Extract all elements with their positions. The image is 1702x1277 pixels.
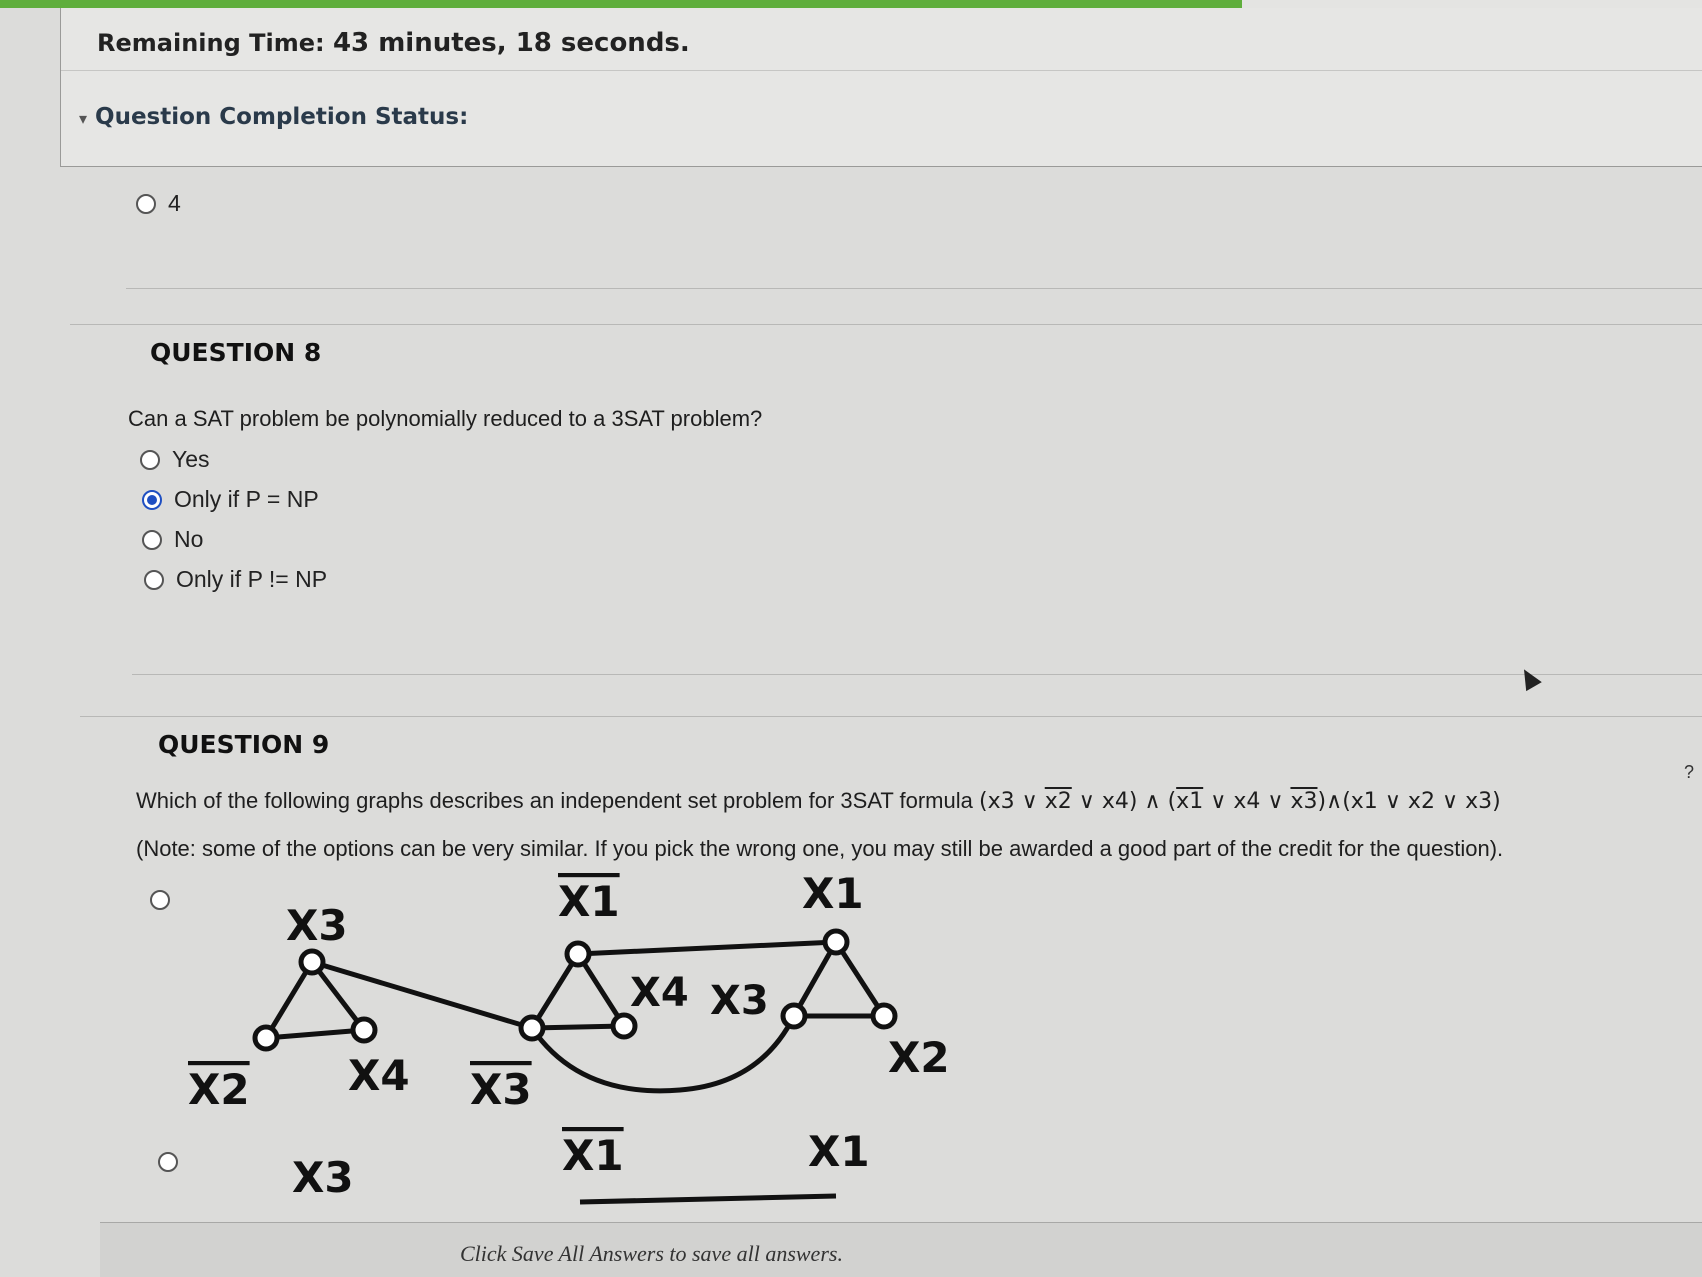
literal: x1 — [1350, 789, 1378, 814]
literal-negated: x2 — [1044, 789, 1072, 814]
question-9-stem: Which of the following graphs describes … — [136, 788, 973, 813]
graph-node — [252, 1024, 280, 1052]
literal: x4 — [1233, 789, 1261, 814]
graph-node — [298, 948, 326, 976]
graph-node-label: X4 — [630, 970, 689, 1016]
graph-node-label: X3 — [286, 901, 348, 950]
divider — [132, 674, 1702, 675]
literal-negated: x3 — [1290, 789, 1318, 814]
radio-button[interactable] — [144, 569, 164, 590]
q8-option-yes[interactable]: Yes — [140, 446, 210, 473]
footer-bar: Click Save All Answers to save all answe… — [100, 1222, 1702, 1277]
graph-node — [780, 1002, 808, 1030]
literal: x4 — [1101, 789, 1129, 814]
graph-node-label: X1 — [562, 1131, 624, 1180]
graph-edge — [531, 1023, 625, 1031]
graph-node — [610, 1012, 638, 1040]
graph-node-label: X3 — [292, 1153, 354, 1202]
literal-negated: x1 — [1176, 789, 1204, 814]
save-all-hint: Click Save All Answers to save all answe… — [460, 1241, 843, 1266]
graph-node-label: X2 — [888, 1033, 950, 1082]
or-symbol: ∨ — [1078, 789, 1095, 814]
graph-node-label: X1 — [808, 1127, 870, 1176]
graph-option-2: X3 X1 X1 — [292, 1127, 870, 1205]
question-9-text: Which of the following graphs describes … — [136, 788, 1676, 814]
graph-node — [822, 928, 850, 956]
graph-node — [564, 940, 592, 968]
3sat-formula: (x3 ∨ x2 ∨ x4) ∧ (x1 ∨ x4 ∨ x3)∧(x1 ∨ x2… — [979, 789, 1501, 814]
progress-bar — [0, 0, 1702, 8]
graph-node-label: X1 — [558, 877, 620, 926]
remaining-time: Remaining Time: 43 minutes, 18 seconds. — [97, 28, 690, 58]
or-symbol: ∨ — [1267, 789, 1284, 814]
graph-edge — [311, 959, 533, 1031]
q8-option-only-if-p-eq-np[interactable]: Only if P = NP — [142, 486, 319, 513]
question-8-title: QUESTION 8 — [150, 338, 322, 367]
completion-status-label: Question Completion Status: — [95, 104, 469, 130]
option-label: 4 — [168, 190, 181, 216]
chevron-down-icon: ▾ — [79, 109, 88, 128]
literal: x2 — [1407, 789, 1435, 814]
divider — [70, 324, 1702, 325]
or-symbol: ∨ — [1210, 789, 1227, 814]
literal: x3 — [987, 789, 1015, 814]
or-symbol: ∨ — [1441, 789, 1459, 814]
help-icon[interactable]: ? — [1684, 762, 1694, 783]
progress-fill — [0, 0, 1243, 8]
graph-node-label: X3 — [710, 978, 769, 1024]
question-8-text: Can a SAT problem be polynomially reduce… — [128, 406, 763, 431]
radio-button-selected[interactable] — [142, 489, 162, 510]
question-9-title: QUESTION 9 — [158, 730, 330, 759]
literal: x3 — [1465, 789, 1493, 814]
q8-option-only-if-p-neq-np[interactable]: Only if P != NP — [144, 566, 327, 593]
graph-node-label: X4 — [348, 1051, 410, 1100]
graph-node-label: X2 — [188, 1065, 250, 1114]
and-symbol: ∧ — [1326, 789, 1343, 814]
option-label: Yes — [172, 446, 210, 472]
prev-question-option[interactable]: 4 — [136, 190, 181, 217]
graph-node-label: X3 — [470, 1065, 532, 1114]
remaining-time-label: Remaining Time: — [97, 29, 325, 57]
timer-panel: Remaining Time: 43 minutes, 18 seconds. … — [60, 8, 1702, 167]
graph-node — [870, 1002, 898, 1030]
or-symbol: ∨ — [1384, 789, 1401, 814]
divider — [126, 288, 1702, 289]
radio-button[interactable] — [140, 449, 160, 470]
and-symbol: ∧ — [1144, 789, 1161, 814]
remaining-time-value: 43 minutes, 18 seconds. — [332, 28, 690, 58]
graph-node-label: X1 — [802, 869, 864, 918]
radio-button[interactable] — [142, 529, 162, 550]
completion-status-toggle[interactable]: ▾ Question Completion Status: — [79, 104, 468, 130]
option-label: No — [174, 526, 204, 552]
graph-node — [350, 1016, 378, 1044]
graph-node — [518, 1014, 546, 1042]
q8-option-no[interactable]: No — [142, 526, 203, 553]
radio-button[interactable] — [136, 193, 156, 214]
option-label: Only if P = NP — [174, 486, 319, 512]
divider — [80, 716, 1702, 717]
graph-edge — [577, 939, 837, 957]
or-symbol: ∨ — [1021, 789, 1038, 814]
option-label: Only if P != NP — [176, 566, 328, 592]
graph-edge — [265, 1027, 365, 1041]
graph-edge — [579, 1193, 837, 1205]
divider — [61, 70, 1702, 71]
